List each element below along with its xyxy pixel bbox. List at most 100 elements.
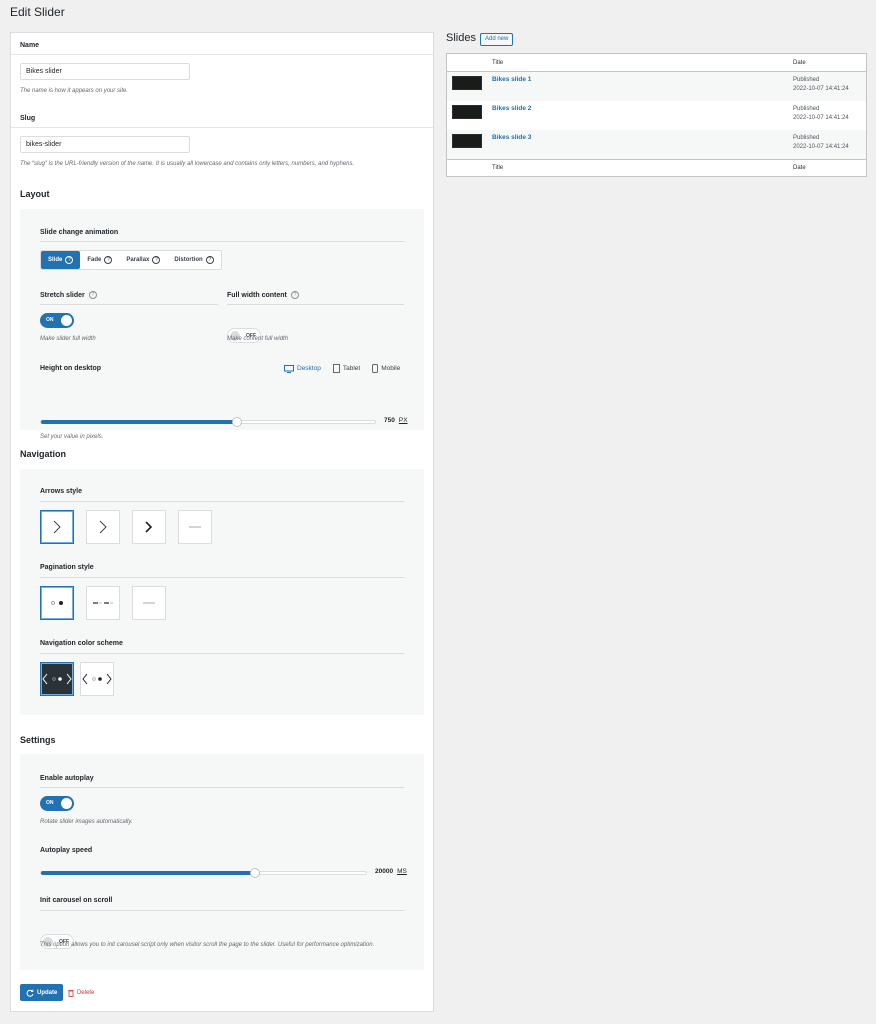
speed-value: 20000 MS xyxy=(375,868,407,875)
stretch-toggle[interactable]: ON xyxy=(40,313,74,328)
arrow-style-2[interactable] xyxy=(86,510,120,544)
table-row: Bikes slide 1 Published 2022-10-07 14:41:… xyxy=(447,72,866,101)
chevron-right-icon xyxy=(145,521,153,533)
speed-slider[interactable] xyxy=(40,868,367,878)
pagination-style-dots[interactable] xyxy=(40,586,74,620)
slider-handle[interactable] xyxy=(249,868,260,878)
pagination-style-lines[interactable] xyxy=(86,586,120,620)
init-label: Init carousel on scroll xyxy=(40,897,113,904)
slide-thumbnail[interactable] xyxy=(452,105,482,119)
slide-status: Published xyxy=(793,77,820,83)
column-header-title[interactable]: Title xyxy=(492,60,503,66)
layout-section: Slide change animation Slide? Fade? Para… xyxy=(20,209,424,440)
autoplay-toggle[interactable]: ON xyxy=(40,796,74,811)
animation-option-parallax[interactable]: Parallax? xyxy=(119,251,167,269)
settings-section: Enable autoplay ON Rotate slider images … xyxy=(20,754,424,970)
height-unit[interactable]: PX xyxy=(399,417,408,424)
help-icon: ? xyxy=(65,256,74,264)
column-header-date[interactable]: Date xyxy=(793,60,806,66)
arrow-style-3[interactable] xyxy=(132,510,166,544)
help-icon: ? xyxy=(152,256,161,264)
chevron-right-icon xyxy=(53,520,61,534)
slug-help: The “slug” is the URL-friendly version o… xyxy=(20,161,355,167)
toggle-state: ON xyxy=(46,800,54,806)
autoplay-label: Enable autoplay xyxy=(40,775,94,782)
column-footer-date[interactable]: Date xyxy=(793,165,806,171)
color-scheme-light[interactable] xyxy=(80,662,114,696)
delete-button[interactable]: Delete xyxy=(68,989,94,997)
table-row: Bikes slide 2 Published 2022-10-07 14:41:… xyxy=(447,101,866,130)
line-arrow-icon xyxy=(189,526,201,528)
animation-label: Slide change animation xyxy=(40,229,119,236)
slides-title: Slides xyxy=(446,32,476,44)
slide-title-link[interactable]: Bikes slide 3 xyxy=(492,134,531,141)
animation-selector: Slide? Fade? Parallax? Distortion? xyxy=(40,250,222,270)
update-button[interactable]: Update xyxy=(20,984,64,1001)
help-icon: ? xyxy=(205,256,214,264)
pagination-style-progress[interactable] xyxy=(132,586,166,620)
stretch-help: Make slider full width xyxy=(40,336,96,342)
table-row: Bikes slide 3 Published 2022-10-07 14:41:… xyxy=(447,130,866,159)
color-scheme-dark[interactable] xyxy=(40,662,74,696)
refresh-icon xyxy=(26,989,34,997)
slides-table: Title Date Bikes slide 1 Published 2022-1… xyxy=(446,53,867,177)
device-tablet[interactable]: Tablet xyxy=(332,364,360,373)
arrows-options xyxy=(40,510,212,544)
slide-date-value: 2022-10-07 14:41:24 xyxy=(793,144,849,150)
animation-option-distortion[interactable]: Distortion? xyxy=(167,251,220,269)
slider-handle[interactable] xyxy=(231,417,242,427)
speed-number: 20000 xyxy=(375,868,394,875)
slider-fill xyxy=(41,871,255,875)
light-scheme-icon xyxy=(82,673,112,685)
height-value: 750 PX xyxy=(384,417,408,424)
slide-status: Published xyxy=(793,135,820,141)
divider xyxy=(227,304,404,305)
device-label: Desktop xyxy=(297,365,321,372)
divider xyxy=(40,304,218,305)
option-label: Fade xyxy=(87,257,102,263)
device-desktop[interactable]: Desktop xyxy=(284,364,321,373)
fullwidth-help: Make content full width xyxy=(227,336,289,342)
device-mobile[interactable]: Mobile xyxy=(372,364,400,373)
dash-icon xyxy=(93,602,113,604)
layout-title: Layout xyxy=(20,189,50,199)
height-slider[interactable] xyxy=(40,417,376,427)
stretch-label: Stretch slider? xyxy=(40,291,97,299)
divider xyxy=(40,653,404,654)
line-icon xyxy=(143,602,155,604)
slide-thumbnail[interactable] xyxy=(452,76,482,90)
slide-date: Published 2022-10-07 14:41:24 xyxy=(793,76,849,94)
navigation-section: Arrows style Pagination style Navigation… xyxy=(20,469,424,715)
option-label: Slide xyxy=(48,257,63,263)
pagination-label: Pagination style xyxy=(40,564,94,571)
slide-date: Published 2022-10-07 14:41:24 xyxy=(793,134,849,152)
slide-date-value: 2022-10-07 14:41:24 xyxy=(793,86,849,92)
slide-title-link[interactable]: Bikes slide 1 xyxy=(492,76,531,83)
arrow-style-4[interactable] xyxy=(178,510,212,544)
speed-unit[interactable]: MS xyxy=(397,868,407,875)
color-scheme-label: Navigation color scheme xyxy=(40,640,123,647)
animation-option-fade[interactable]: Fade? xyxy=(80,251,119,269)
chevron-right-icon xyxy=(99,520,107,534)
device-switcher: Desktop Tablet Mobile xyxy=(284,364,400,373)
animation-option-slide[interactable]: Slide? xyxy=(41,251,81,269)
divider xyxy=(11,127,433,128)
pagination-options xyxy=(40,586,166,620)
tablet-icon xyxy=(332,364,340,373)
arrows-label: Arrows style xyxy=(40,488,83,495)
height-number: 750 xyxy=(384,417,395,424)
name-input[interactable]: Bikes slider xyxy=(20,63,190,80)
arrow-style-1[interactable] xyxy=(40,510,74,544)
name-help: The name is how it appears on your site. xyxy=(20,88,129,94)
column-footer-title[interactable]: Title xyxy=(492,165,503,171)
add-new-button[interactable]: Add new xyxy=(480,33,514,46)
slide-thumbnail[interactable] xyxy=(452,134,482,148)
slug-input[interactable]: bikes-slider xyxy=(20,136,190,153)
dark-scheme-icon xyxy=(42,673,72,685)
slider-fill xyxy=(41,420,237,424)
help-icon: ? xyxy=(88,291,97,299)
stretch-label-text: Stretch slider xyxy=(40,291,85,299)
help-icon: ? xyxy=(104,256,113,264)
slide-title-link[interactable]: Bikes slide 2 xyxy=(492,105,531,112)
mobile-icon xyxy=(372,364,379,373)
